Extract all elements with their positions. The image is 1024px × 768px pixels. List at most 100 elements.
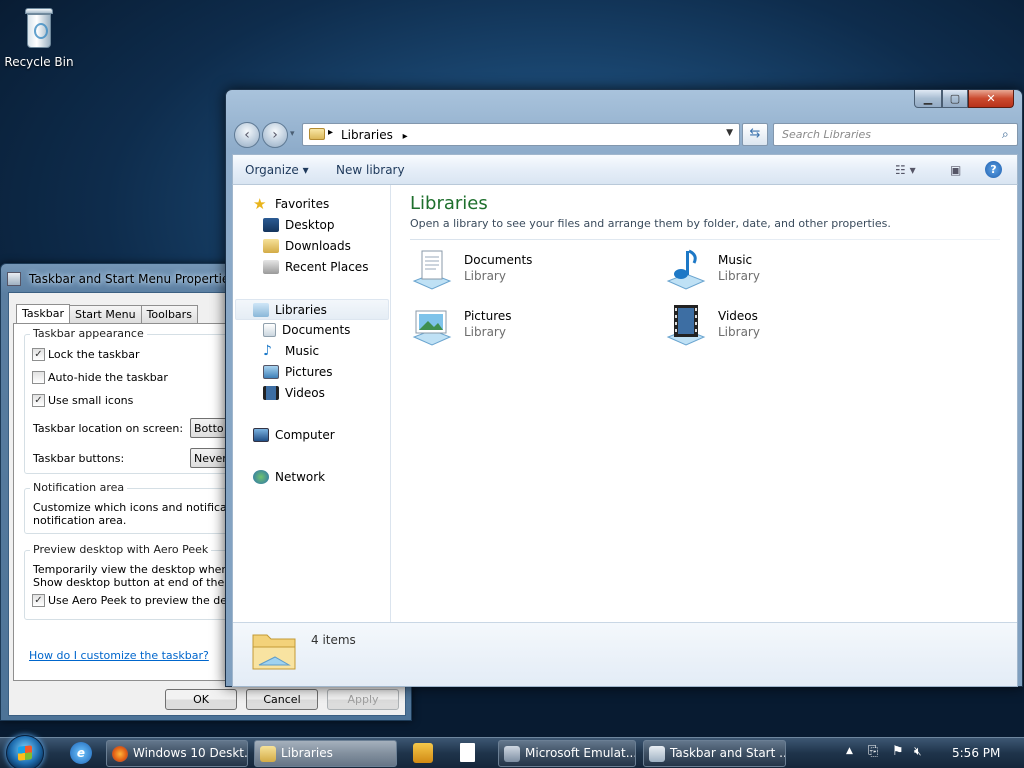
libraries-icon xyxy=(253,302,269,317)
notepad-icon[interactable] xyxy=(460,743,475,762)
clock[interactable]: 5:56 PM xyxy=(952,746,1000,760)
library-name: Music xyxy=(718,253,753,267)
show-hidden-icons-chevron-icon[interactable]: ▲ xyxy=(846,746,853,768)
star-icon: ★ xyxy=(253,195,267,213)
taskbar-button-properties[interactable]: Taskbar and Start ... xyxy=(643,740,786,767)
apply-button[interactable]: Apply xyxy=(327,689,399,710)
media-player-icon[interactable] xyxy=(413,743,433,763)
nav-libraries-label: Libraries xyxy=(275,302,327,317)
desktop-icon xyxy=(263,218,279,232)
breadcrumb-libraries[interactable]: Libraries xyxy=(341,128,393,142)
library-documents[interactable]: Documents Library xyxy=(410,247,640,295)
nav-pictures-label: Pictures xyxy=(285,365,333,379)
library-name: Pictures xyxy=(464,309,512,323)
small-icons-check[interactable]: ✓ xyxy=(32,394,45,407)
breadcrumb-separator-icon[interactable]: ▸ xyxy=(328,127,333,138)
pictures-library-icon xyxy=(412,310,452,346)
internet-explorer-icon[interactable]: e xyxy=(70,742,92,764)
nav-computer[interactable]: Computer xyxy=(253,428,335,442)
documents-icon xyxy=(263,323,276,337)
breadcrumb-arrow-icon[interactable]: ▸ xyxy=(403,131,408,142)
nav-documents-label: Documents xyxy=(282,323,351,337)
page-subtitle: Open a library to see your files and arr… xyxy=(410,217,891,230)
network-icon xyxy=(253,470,269,484)
taskbar-properties-label: Taskbar and Start ... xyxy=(670,746,786,760)
recycle-bin-desktop-icon[interactable]: Recycle Bin xyxy=(4,6,74,69)
recent-places-icon xyxy=(263,260,279,274)
computer-icon xyxy=(253,428,269,442)
forward-button[interactable]: › xyxy=(262,122,288,148)
recycle-bin-label: Recycle Bin xyxy=(4,55,74,69)
preview-pane-icon[interactable]: ▣ xyxy=(950,163,961,177)
aero-peek-checkbox[interactable]: ✓ Use Aero Peek to preview the deskt xyxy=(32,594,243,607)
recent-pages-dropdown-icon[interactable]: ▾ xyxy=(290,129,295,139)
taskbar-emulator-label: Microsoft Emulat... xyxy=(525,746,636,760)
small-icons-checkbox[interactable]: ✓ Use small icons xyxy=(32,394,133,407)
close-button[interactable]: ✕ xyxy=(968,90,1014,108)
lock-taskbar-checkbox[interactable]: ✓ Lock the taskbar xyxy=(32,348,140,361)
nav-network[interactable]: Network xyxy=(253,470,325,484)
taskbar-appearance-heading: Taskbar appearance xyxy=(30,327,147,340)
aero-peek-text-1: Temporarily view the desktop when yo xyxy=(33,563,246,576)
taskbar-properties-icon xyxy=(649,746,665,762)
nav-desktop[interactable]: Desktop xyxy=(263,218,335,232)
new-library-button[interactable]: New library xyxy=(336,163,405,177)
dialog-tabs: Taskbar Start Menu Toolbars xyxy=(16,303,198,325)
cancel-button[interactable]: Cancel xyxy=(246,689,318,710)
library-name: Documents xyxy=(464,253,533,267)
library-pictures[interactable]: Pictures Library xyxy=(410,303,640,351)
aero-peek-label: Use Aero Peek to preview the deskt xyxy=(48,594,244,607)
libraries-folder-icon xyxy=(260,746,276,762)
nav-music[interactable]: ♪ Music xyxy=(263,344,319,358)
libraries-explorer-window: ▁ ▢ ✕ ‹ › ▾ ▸ Libraries ▸ ▼ ⇆ Search Lib… xyxy=(225,89,1023,687)
nav-downloads[interactable]: Downloads xyxy=(263,239,351,253)
back-button[interactable]: ‹ xyxy=(234,122,260,148)
aero-peek-check[interactable]: ✓ xyxy=(32,594,45,607)
nav-pictures[interactable]: Pictures xyxy=(263,365,333,379)
details-pane: 4 items xyxy=(233,622,1017,686)
maximize-button[interactable]: ▢ xyxy=(942,90,968,108)
taskbar-button-emulator[interactable]: Microsoft Emulat... xyxy=(498,740,636,767)
folder-icon xyxy=(309,128,325,140)
lock-taskbar-label: Lock the taskbar xyxy=(48,348,140,361)
emulator-icon xyxy=(504,746,520,762)
address-dropdown-icon[interactable]: ▼ xyxy=(726,128,733,138)
view-options-icon[interactable]: ☷ ▾ xyxy=(895,163,916,177)
tab-taskbar[interactable]: Taskbar xyxy=(16,304,70,325)
item-count: 4 items xyxy=(311,633,356,647)
taskbar-libraries-label: Libraries xyxy=(281,746,333,760)
tab-start-menu[interactable]: Start Menu xyxy=(69,305,142,324)
refresh-button[interactable]: ⇆ xyxy=(742,123,768,146)
nav-videos[interactable]: Videos xyxy=(263,386,325,400)
customize-help-link[interactable]: How do I customize the taskbar? xyxy=(29,649,209,662)
tab-toolbars[interactable]: Toolbars xyxy=(140,305,198,324)
nav-recent-places[interactable]: Recent Places xyxy=(263,260,368,274)
help-icon[interactable]: ? xyxy=(985,161,1002,178)
action-center-flag-icon[interactable]: ⚑ xyxy=(892,744,904,766)
nav-libraries[interactable]: Libraries xyxy=(235,299,389,320)
taskbar-button-firefox[interactable]: Windows 10 Deskt... xyxy=(106,740,248,767)
lock-taskbar-check[interactable]: ✓ xyxy=(32,348,45,361)
page-title: Libraries xyxy=(410,193,488,214)
search-box[interactable]: Search Libraries xyxy=(773,123,1018,146)
address-bar[interactable]: ▸ Libraries ▸ ▼ xyxy=(302,123,740,146)
library-type: Library xyxy=(718,325,760,339)
taskbar-firefox-label: Windows 10 Deskt... xyxy=(133,746,248,760)
downloads-folder-icon xyxy=(263,239,279,253)
library-videos[interactable]: Videos Library xyxy=(664,303,894,351)
autohide-check[interactable] xyxy=(32,371,45,384)
volume-muted-icon[interactable]: 🔇︎ xyxy=(914,744,922,766)
music-library-icon xyxy=(666,249,706,290)
nav-favorites[interactable]: ★ Favorites xyxy=(253,195,329,213)
start-button[interactable] xyxy=(6,735,44,768)
search-icon[interactable]: ⌕ xyxy=(1002,127,1009,142)
minimize-button[interactable]: ▁ xyxy=(914,90,942,108)
ok-button[interactable]: OK xyxy=(165,689,237,710)
explorer-content: ★ Favorites Desktop Downloads Recent Plac… xyxy=(232,185,1018,687)
network-tray-icon[interactable]: ⎘ xyxy=(868,744,878,766)
organize-button[interactable]: Organize ▾ xyxy=(245,163,309,177)
taskbar-button-libraries[interactable]: Libraries xyxy=(254,740,397,767)
autohide-taskbar-checkbox[interactable]: Auto-hide the taskbar xyxy=(32,371,168,384)
nav-documents[interactable]: Documents xyxy=(263,323,350,337)
library-music[interactable]: Music Library xyxy=(664,247,894,295)
